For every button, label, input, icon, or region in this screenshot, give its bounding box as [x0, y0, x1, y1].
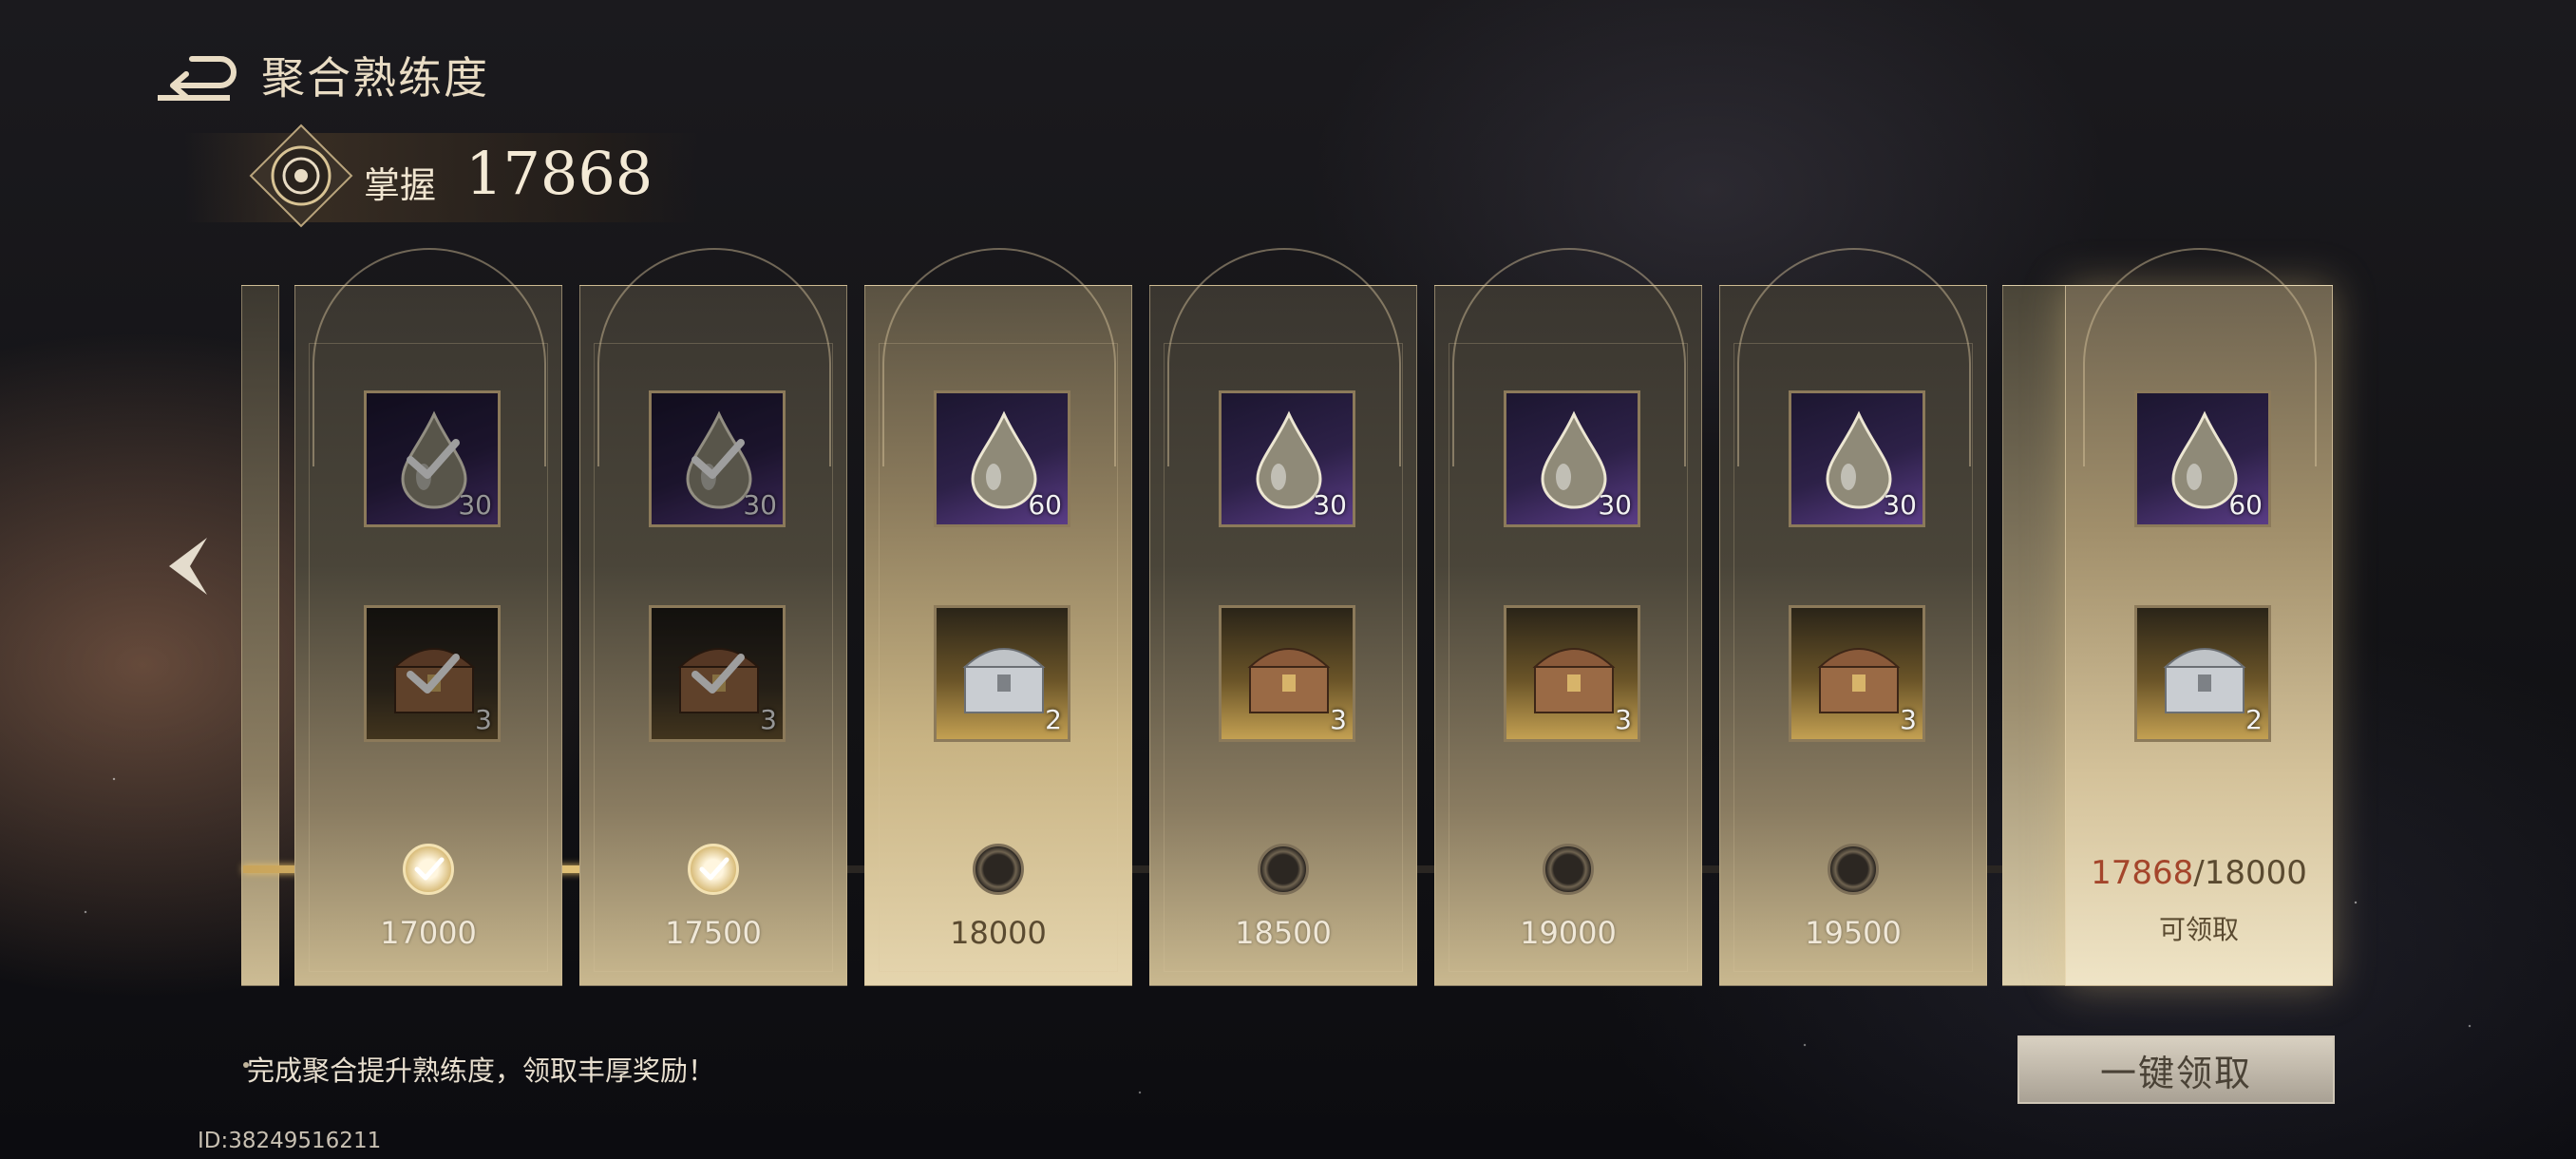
reward-slot-essence[interactable]: 30	[1504, 390, 1640, 527]
reward-slot-chest[interactable]: 3	[1504, 605, 1640, 742]
milestone-node-claimed	[403, 844, 454, 895]
milestone-node	[1258, 844, 1309, 895]
mastery-emblem-icon	[249, 124, 353, 228]
claimable-status: 可领取	[2158, 914, 2239, 945]
hint-text: 完成聚合提升熟练度，领取丰厚奖励！	[247, 1054, 716, 1087]
reward-quantity: 60	[2228, 489, 2263, 521]
chevron-left-icon[interactable]	[160, 532, 217, 600]
check-icon	[691, 439, 745, 479]
reward-quantity: 30	[743, 489, 777, 521]
previous-card-edge	[241, 285, 279, 986]
progress-current: 17868	[2091, 854, 2194, 892]
threshold-label: 17500	[665, 915, 762, 951]
check-icon	[699, 857, 729, 881]
claim-all-button[interactable]: 一键领取	[2017, 1036, 2335, 1104]
reward-card-ready[interactable]: 60 2 17868/18000 可领取	[2065, 248, 2333, 986]
reward-slot-essence[interactable]: 30	[1789, 390, 1925, 527]
check-icon	[414, 857, 445, 881]
milestone-node-claimed	[688, 844, 739, 895]
treasure-chest-icon	[1532, 648, 1616, 713]
milestone-node	[1543, 844, 1594, 895]
reward-slot-chest[interactable]: 3	[1789, 605, 1925, 742]
essence-drop-icon	[401, 410, 467, 509]
check-icon	[407, 654, 460, 694]
final-progress-text: 17868/18000	[2066, 854, 2332, 892]
reward-quantity: 30	[1313, 489, 1347, 521]
check-icon	[691, 654, 745, 694]
reward-quantity: 3	[475, 704, 492, 735]
mastery-value: 17868	[465, 139, 653, 208]
reward-quantity: 3	[1615, 704, 1632, 735]
threshold-label: 19500	[1805, 915, 1902, 951]
page-title: 聚合熟练度	[261, 52, 489, 104]
reward-quantity: 3	[1330, 704, 1347, 735]
treasure-chest-icon	[962, 648, 1046, 713]
mastery-label: 掌握	[364, 164, 437, 206]
reward-slot-essence[interactable]: 30	[649, 390, 786, 527]
reward-slot-essence[interactable]: 60	[2134, 390, 2271, 527]
threshold-label: 18000	[950, 915, 1047, 951]
essence-drop-icon	[686, 410, 752, 509]
treasure-chest-icon	[677, 648, 761, 713]
reward-quantity: 30	[1598, 489, 1632, 521]
treasure-chest-icon	[392, 648, 476, 713]
reward-slot-essence[interactable]: 60	[934, 390, 1070, 527]
reward-quantity: 2	[1045, 704, 1062, 735]
reward-quantity: 3	[1900, 704, 1917, 735]
check-icon	[407, 439, 460, 479]
reward-quantity: 30	[1883, 489, 1917, 521]
treasure-chest-icon	[1247, 648, 1331, 713]
reward-quantity: 30	[458, 489, 492, 521]
reward-slot-chest[interactable]: 2	[2134, 605, 2271, 742]
reward-slot-essence[interactable]: 30	[1219, 390, 1355, 527]
user-id: ID:38249516211	[198, 1129, 382, 1153]
back-arrow-icon[interactable]	[154, 53, 239, 106]
progress-target: /18000	[2193, 854, 2307, 892]
milestone-node	[1828, 844, 1879, 895]
milestone-node	[973, 844, 1024, 895]
threshold-label: 18500	[1235, 915, 1332, 951]
reward-slot-essence[interactable]: 30	[364, 390, 501, 527]
threshold-label: 17000	[380, 915, 477, 951]
reward-slot-chest[interactable]: 3	[364, 605, 501, 742]
reward-slot-chest[interactable]: 2	[934, 605, 1070, 742]
reward-quantity: 60	[1028, 489, 1062, 521]
treasure-chest-icon	[1817, 648, 1901, 713]
reward-quantity: 2	[2245, 704, 2263, 735]
reward-quantity: 3	[760, 704, 777, 735]
threshold-label: 19000	[1520, 915, 1617, 951]
reward-slot-chest[interactable]: 3	[1219, 605, 1355, 742]
reward-slot-chest[interactable]: 3	[649, 605, 786, 742]
treasure-chest-icon	[2163, 648, 2246, 713]
